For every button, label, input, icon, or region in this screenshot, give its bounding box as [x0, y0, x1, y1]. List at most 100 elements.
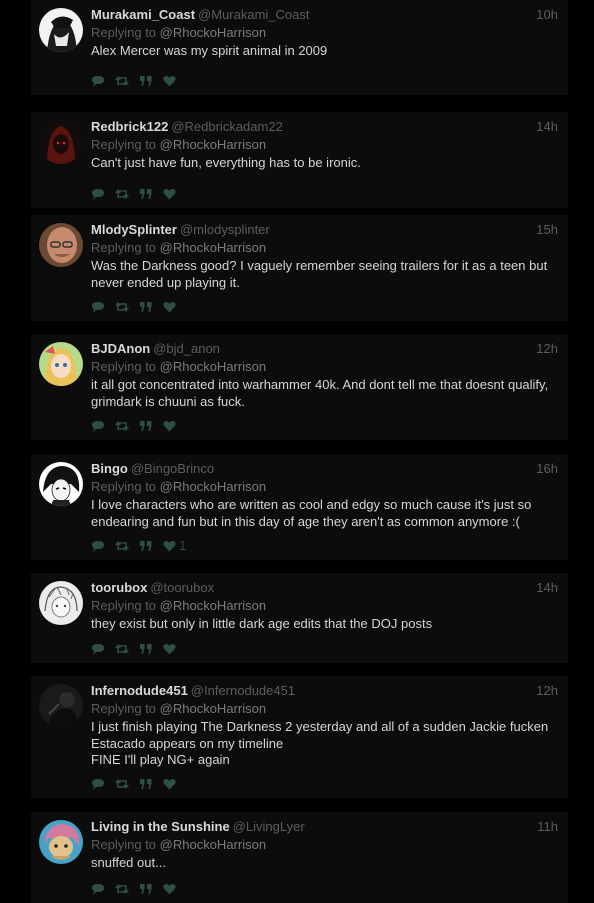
reply-icon[interactable] [91, 643, 105, 655]
reply-icon[interactable] [91, 420, 105, 432]
reply-icon[interactable] [91, 778, 105, 790]
replying-to-label: Replying to [91, 701, 160, 716]
timestamp[interactable]: 14h [536, 579, 558, 597]
display-name[interactable]: BJDAnon [91, 341, 150, 356]
tweet-card[interactable]: Infernodude451 @Infernodude451 12h Replying… [31, 676, 568, 798]
reply-icon[interactable] [91, 188, 105, 200]
display-name[interactable]: Infernodude451 [91, 683, 188, 698]
tweet-card[interactable]: Murakami_Coast @Murakami_Coast 10h Replying… [31, 0, 568, 95]
tweet-text: it all got concentrated into warhammer 4… [91, 377, 558, 410]
tweet-card[interactable]: Bingo @BingoBrinco 16h Replying to @RhockoH… [31, 454, 568, 560]
like-icon[interactable] [163, 75, 176, 87]
quote-icon[interactable] [139, 75, 153, 87]
mention-link[interactable]: @RhockoHarrison [160, 837, 266, 852]
avatar[interactable] [39, 342, 83, 386]
reply-icon[interactable] [91, 75, 105, 87]
tweet-card[interactable]: BJDAnon @bjd_anon 12h Replying to @RhockoHa… [31, 334, 568, 440]
tweet-header: Redbrick122 @Redbrickadam22 14h [91, 118, 558, 136]
quote-icon[interactable] [139, 301, 153, 313]
retweet-icon[interactable] [115, 75, 129, 87]
timestamp[interactable]: 14h [536, 118, 558, 136]
tweet-card[interactable]: Redbrick122 @Redbrickadam22 14h Replying to… [31, 112, 568, 208]
mention-link[interactable]: @RhockoHarrison [160, 240, 266, 255]
retweet-icon[interactable] [115, 778, 129, 790]
user-handle[interactable]: @bjd_anon [153, 341, 220, 356]
like-icon[interactable] [163, 188, 176, 200]
like-icon[interactable] [163, 883, 176, 895]
user-handle[interactable]: @BingoBrinco [131, 461, 214, 476]
display-name[interactable]: toorubox [91, 580, 147, 595]
display-name[interactable]: Living in the Sunshine [91, 819, 230, 834]
avatar[interactable] [39, 462, 83, 506]
timestamp[interactable]: 10h [536, 6, 558, 24]
user-handle[interactable]: @Redbrickadam22 [171, 119, 282, 134]
replying-to: Replying to @RhockoHarrison [91, 478, 558, 496]
display-name[interactable]: Murakami_Coast [91, 7, 195, 22]
mention-link[interactable]: @RhockoHarrison [160, 479, 266, 494]
mention-link[interactable]: @RhockoHarrison [160, 701, 266, 716]
like-icon[interactable] [163, 778, 176, 790]
tweet-actions [91, 882, 186, 896]
replying-to-label: Replying to [91, 359, 160, 374]
like-icon[interactable]: 1 [163, 539, 186, 553]
mention-link[interactable]: @RhockoHarrison [160, 25, 266, 40]
timestamp[interactable]: 11h [537, 818, 558, 836]
replying-to: Replying to @RhockoHarrison [91, 597, 558, 615]
quote-icon[interactable] [139, 540, 153, 552]
like-icon[interactable] [163, 301, 176, 313]
tweet-actions [91, 777, 186, 791]
avatar[interactable] [39, 581, 83, 625]
mention-link[interactable]: @RhockoHarrison [160, 137, 266, 152]
retweet-icon[interactable] [115, 540, 129, 552]
user-handle[interactable]: @Murakami_Coast [198, 7, 309, 22]
tweet-card[interactable]: MlodySplinter @mlodysplinter 15h Replying t… [31, 215, 568, 321]
reply-icon[interactable] [91, 883, 105, 895]
retweet-icon[interactable] [115, 301, 129, 313]
timestamp[interactable]: 12h [536, 340, 558, 358]
avatar[interactable] [39, 820, 83, 864]
tweet-header: Living in the Sunshine @LivingLyer 11h [91, 818, 558, 836]
display-name[interactable]: Redbrick122 [91, 119, 168, 134]
retweet-icon[interactable] [115, 188, 129, 200]
tweet-card[interactable]: toorubox @toorubox 14h Replying to @RhockoH… [31, 573, 568, 663]
user-handle[interactable]: @Infernodude451 [191, 683, 295, 698]
avatar[interactable] [39, 8, 83, 52]
user-handle[interactable]: @toorubox [150, 580, 214, 595]
avatar[interactable] [39, 223, 83, 267]
quote-icon[interactable] [139, 643, 153, 655]
tweet-text-line: they exist but only in little dark age e… [91, 616, 433, 631]
avatar[interactable] [39, 120, 83, 164]
mention-link[interactable]: @RhockoHarrison [160, 598, 266, 613]
display-name[interactable]: Bingo [91, 461, 128, 476]
quote-icon[interactable] [139, 420, 153, 432]
reply-icon[interactable] [91, 540, 105, 552]
user-handle[interactable]: @LivingLyer [233, 819, 305, 834]
timestamp[interactable]: 15h [536, 221, 558, 239]
reply-icon[interactable] [91, 301, 105, 313]
quote-icon[interactable] [139, 883, 153, 895]
avatar[interactable] [39, 684, 83, 728]
retweet-icon[interactable] [115, 883, 129, 895]
tweet-text: Alex Mercer was my spirit animal in 2009 [91, 43, 558, 60]
tweet-header: toorubox @toorubox 14h [91, 579, 558, 597]
retweet-icon[interactable] [115, 643, 129, 655]
user-handle[interactable]: @mlodysplinter [180, 222, 270, 237]
replying-to-label: Replying to [91, 25, 160, 40]
replying-to: Replying to @RhockoHarrison [91, 700, 558, 718]
mention-link[interactable]: @RhockoHarrison [160, 359, 266, 374]
like-icon[interactable] [163, 420, 176, 432]
replying-to-label: Replying to [91, 837, 160, 852]
tweet-text: they exist but only in little dark age e… [91, 616, 558, 633]
quote-icon[interactable] [139, 778, 153, 790]
timestamp[interactable]: 12h [536, 682, 558, 700]
tweet-content: Murakami_Coast @Murakami_Coast 10h Replying… [91, 0, 558, 60]
timestamp[interactable]: 16h [536, 460, 558, 478]
like-icon[interactable] [163, 643, 176, 655]
tweet-text-line: it all got concentrated into warhammer 4… [91, 377, 549, 392]
retweet-icon[interactable] [115, 420, 129, 432]
display-name[interactable]: MlodySplinter [91, 222, 177, 237]
tweet-content: Redbrick122 @Redbrickadam22 14h Replying to… [91, 112, 558, 172]
tweet-card[interactable]: Living in the Sunshine @LivingLyer 11h Repl… [31, 812, 568, 903]
tweet-text-line: endearing and fun but in this day of age… [91, 513, 520, 529]
quote-icon[interactable] [139, 188, 153, 200]
